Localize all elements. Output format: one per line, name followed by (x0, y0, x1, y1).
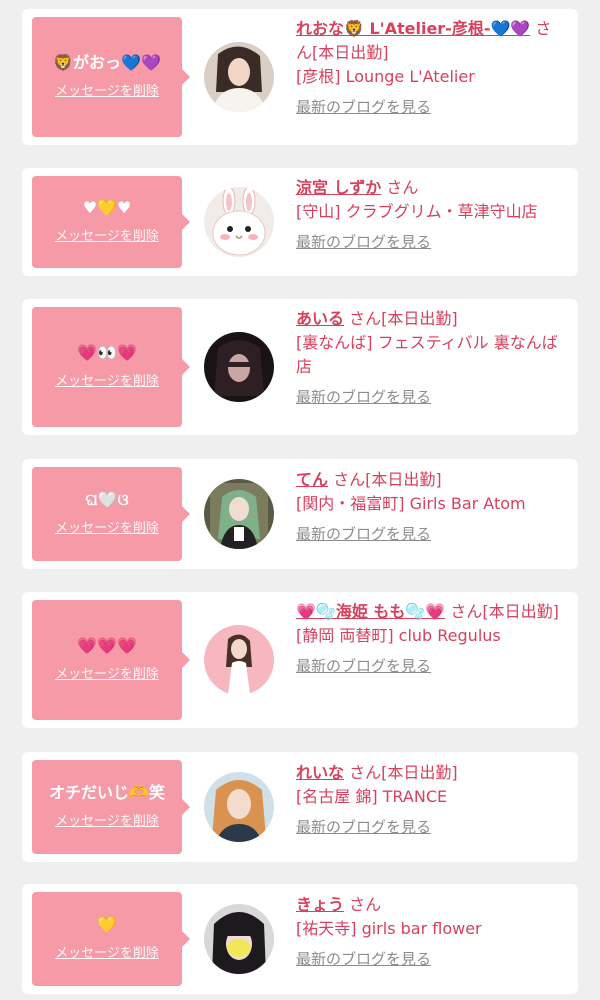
delete-message-link[interactable]: メッセージを削除 (55, 813, 159, 831)
shop-location: [裏なんば] フェスティバル 裏なんば店 (296, 333, 558, 376)
list-item: 💗💗💗 メッセージを削除 💗🫧海姫 もも🫧💗 さん[本日出勤] [静岡 両替町]… (22, 592, 578, 728)
message-text: 🦁がおっ💙💜 (53, 53, 161, 72)
message-text: ♥💛♥ (82, 198, 132, 217)
message-text: ଘ🤍ଓ (85, 490, 129, 509)
status-text: [本日出勤] (312, 43, 389, 62)
list-item: 💗👀💗 メッセージを削除 あいる さん[本日出勤] [裏なんば] フェスティバル… (22, 299, 578, 435)
name-suffix: さん (349, 895, 382, 914)
latest-blog-link[interactable]: 最新のブログを見る (296, 654, 431, 678)
message-text: オチだいじ🫶笑 (49, 783, 165, 802)
delete-message-link[interactable]: メッセージを削除 (55, 945, 159, 963)
cast-name-link[interactable]: あいる (296, 309, 344, 328)
avatar-photo-icon (204, 42, 274, 112)
shop-location: [守山] クラブグリム・草津守山店 (296, 202, 538, 221)
shop-location: [祐天寺] girls bar flower (296, 919, 482, 938)
avatar-photo-icon (204, 904, 274, 974)
cast-name-link[interactable]: れおな🦁 L'Atelier-彦根-💙💜 (296, 19, 530, 38)
delete-message-link[interactable]: メッセージを削除 (55, 83, 159, 101)
latest-blog-link[interactable]: 最新のブログを見る (296, 947, 431, 971)
status-text: [本日出勤] (381, 763, 458, 782)
message-bubble: ଘ🤍ଓ メッセージを削除 (32, 467, 190, 561)
avatar-photo-icon (204, 772, 274, 842)
latest-blog-link[interactable]: 最新のブログを見る (296, 95, 431, 119)
shop-location: [名古屋 錦] TRANCE (296, 787, 448, 806)
shop-location: [静岡 両替町] club Regulus (296, 626, 501, 645)
cast-name-link[interactable]: てん (296, 470, 328, 489)
message-bubble: オチだいじ🫶笑 メッセージを削除 (32, 760, 190, 854)
shop-location: [関内・福富町] Girls Bar Atom (296, 494, 526, 513)
name-suffix: さん (349, 763, 382, 782)
message-bubble: 💗👀💗 メッセージを削除 (32, 307, 190, 427)
list-item: ♥💛♥ メッセージを削除 涼宮 しずか さん [守山] クラブグリム・草津守山店 (22, 168, 578, 276)
message-text: 💗💗💗 (77, 636, 137, 655)
favorite-list: 🦁がおっ💙💜 メッセージを削除 れおな🦁 L'Atelier-彦根-💙💜 さん[… (0, 0, 600, 1000)
delete-message-link[interactable]: メッセージを削除 (55, 228, 159, 246)
status-text: [本日出勤] (381, 309, 458, 328)
list-item: 🦁がおっ💙💜 メッセージを削除 れおな🦁 L'Atelier-彦根-💙💜 さん[… (22, 9, 578, 145)
avatar[interactable] (204, 479, 274, 549)
latest-blog-link[interactable]: 最新のブログを見る (296, 385, 431, 409)
delete-message-link[interactable]: メッセージを削除 (55, 666, 159, 684)
cast-name-link[interactable]: 💗🫧海姫 もも🫧💗 (296, 602, 445, 621)
list-item: オチだいじ🫶笑 メッセージを削除 れいな さん[本日出勤] [名古屋 錦] TR… (22, 752, 578, 862)
delete-message-link[interactable]: メッセージを削除 (55, 520, 159, 538)
status-text: [本日出勤] (482, 602, 559, 621)
message-bubble: ♥💛♥ メッセージを削除 (32, 176, 190, 268)
avatar[interactable] (204, 42, 274, 112)
latest-blog-link[interactable]: 最新のブログを見る (296, 815, 431, 839)
cast-name-link[interactable]: きょう (296, 895, 344, 914)
avatar-photo-icon (204, 479, 274, 549)
shop-location: [彦根] Lounge L'Atelier (296, 67, 475, 86)
cast-name-link[interactable]: 涼宮 しずか (296, 178, 381, 197)
message-text: 💗👀💗 (77, 343, 137, 362)
delete-message-link[interactable]: メッセージを削除 (55, 373, 159, 391)
avatar[interactable] (204, 332, 274, 402)
list-item: 💛 メッセージを削除 きょう さん [祐天寺] girls bar flower… (22, 884, 578, 994)
status-text: [本日出勤] (365, 470, 442, 489)
avatar[interactable] (204, 187, 274, 257)
name-suffix: さん (386, 178, 419, 197)
name-suffix: さん (333, 470, 366, 489)
cast-name-link[interactable]: れいな (296, 763, 344, 782)
avatar-photo-icon (204, 625, 274, 695)
message-bubble: 🦁がおっ💙💜 メッセージを削除 (32, 17, 190, 137)
avatar[interactable] (204, 625, 274, 695)
name-suffix: さん (450, 602, 483, 621)
avatar[interactable] (204, 772, 274, 842)
message-bubble: 💗💗💗 メッセージを削除 (32, 600, 190, 720)
rabbit-illustration-icon (204, 187, 274, 257)
message-text: 💛 (97, 915, 117, 934)
latest-blog-link[interactable]: 最新のブログを見る (296, 522, 431, 546)
latest-blog-link[interactable]: 最新のブログを見る (296, 230, 431, 254)
avatar[interactable] (204, 904, 274, 974)
name-suffix: さん (349, 309, 382, 328)
avatar-photo-icon (204, 332, 274, 402)
list-item: ଘ🤍ଓ メッセージを削除 てん さん[本日出勤] [関内・福富町] Girls … (22, 459, 578, 569)
message-bubble: 💛 メッセージを削除 (32, 892, 190, 986)
